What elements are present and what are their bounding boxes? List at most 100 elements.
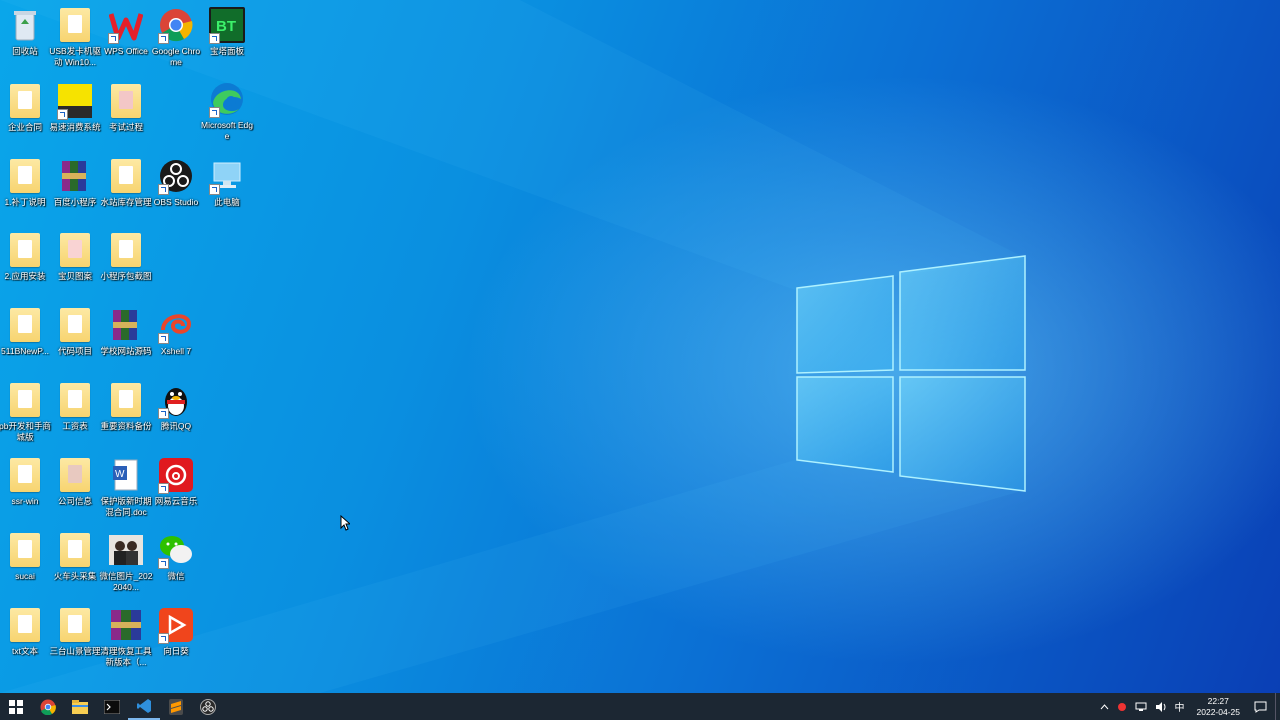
wps-icon [108, 6, 144, 44]
icon-label: Microsoft Edge [201, 120, 253, 141]
tray-app-icon [1117, 702, 1126, 711]
desktop-icon-winrar[interactable]: 清理恢复工具新版本（... [100, 606, 152, 668]
folder-icon [7, 531, 43, 569]
taskbar-sublime-button[interactable] [160, 693, 192, 720]
desktop-icon-bt-panel[interactable]: BT 宝塔面板 [202, 6, 252, 57]
icon-label: txt文本 [12, 646, 38, 656]
desktop-icon-folder[interactable]: 511BNewP... [0, 306, 50, 357]
desktop-icon-winrar[interactable]: 学校网站源码 [100, 306, 152, 357]
icon-label: 火车头采集 [53, 571, 97, 581]
taskbar-vscode-button[interactable] [128, 693, 160, 720]
notification-icon [1254, 701, 1267, 713]
desktop-icon-sunlogin[interactable]: 向日葵 [151, 606, 201, 657]
volume-button[interactable] [1155, 701, 1167, 712]
chevron-up-icon [1100, 703, 1108, 709]
desktop: 回收站 企业合同 1.补丁说明 2.应用安装 511BNewP... pb开发和… [0, 0, 1280, 693]
icon-label: 公司信息 [57, 496, 92, 506]
desktop-icon-witeasy[interactable]: 易速消费系统 [49, 82, 101, 133]
desktop-icon-folder[interactable]: 2.应用安装 [0, 231, 50, 282]
desktop-icon-folder[interactable]: USB发卡机驱动 Win10... [49, 6, 101, 68]
folder-icon [57, 606, 93, 644]
qq-icon [158, 381, 194, 419]
ime-indicator[interactable]: 中 [1175, 699, 1185, 714]
desktop-icon-winrar[interactable]: 百度小程序 [50, 157, 100, 208]
desktop-icon-folder[interactable]: 重要资料备份 [100, 381, 152, 432]
edge-icon [209, 80, 245, 118]
desktop-icon-folder[interactable]: pb开发和手商城版 [0, 381, 51, 443]
desktop-icon-folder[interactable]: 公司信息 [50, 456, 100, 507]
icon-label: 向日葵 [163, 646, 189, 656]
winrar-icon [57, 157, 93, 195]
start-icon [9, 699, 23, 714]
desktop-icon-folder[interactable]: 代码项目 [50, 306, 100, 357]
desktop-icon-xshell[interactable]: Xshell 7 [151, 306, 201, 357]
desktop-icon-wps-office[interactable]: WPS Office [101, 6, 151, 57]
folder-icon [108, 157, 144, 195]
folder-icon [57, 6, 93, 44]
tray-app-button[interactable] [1117, 702, 1127, 712]
taskbar-chrome-button[interactable] [32, 693, 64, 720]
folder-icon [7, 456, 43, 494]
icon-label: 考试过程 [108, 122, 143, 132]
bt-panel-icon: BT [209, 6, 245, 44]
desktop-icon-folder[interactable]: txt文本 [0, 606, 50, 657]
icon-label: pb开发和手商城版 [0, 421, 51, 442]
desktop-icon-qq[interactable]: 腾讯QQ [151, 381, 201, 432]
show-desktop-button[interactable] [1275, 693, 1280, 720]
action-center-button[interactable] [1254, 701, 1267, 713]
folder-icon [57, 306, 93, 344]
icon-label: 1.补丁说明 [4, 197, 46, 207]
volume-icon [1155, 701, 1166, 712]
desktop-icon-folder[interactable]: 1.补丁说明 [0, 157, 50, 208]
taskbar-terminal-button[interactable] [96, 693, 128, 720]
desktop-icon-obs-studio[interactable]: OBS Studio [151, 157, 201, 208]
icon-label: 宝贝图案 [57, 271, 92, 281]
sunlogin-icon [158, 606, 194, 644]
desktop-icon-word-doc[interactable]: W 保护版新时期混合同.doc [100, 456, 152, 518]
desktop-icon-folder[interactable]: 企业合同 [0, 82, 50, 133]
shortcut-arrow-icon [158, 633, 169, 644]
desktop-icon-folder[interactable]: 水站库存管理 [100, 157, 152, 208]
chrome-icon [40, 699, 56, 715]
desktop-icon-folder[interactable]: 火车头采集 [50, 531, 100, 582]
taskbar-obs-button[interactable] [192, 693, 224, 720]
icon-label: 学校网站源码 [100, 346, 152, 356]
icon-label: ssr-win [11, 496, 39, 506]
start-button[interactable] [0, 693, 32, 720]
shortcut-arrow-icon [57, 109, 68, 120]
icon-label: 此电脑 [214, 197, 240, 207]
desktop-icon-photo[interactable]: 微信图片_2022040... [99, 531, 153, 593]
desktop-icon-this-pc[interactable]: 此电脑 [202, 157, 252, 208]
icon-label: 微信图片_2022040... [99, 571, 153, 592]
shortcut-arrow-icon [158, 184, 169, 195]
folder-icon [57, 381, 93, 419]
desktop-icon-recycle-bin[interactable]: 回收站 [0, 6, 50, 57]
icon-label: 三台山景管理 [49, 646, 101, 656]
desktop-icon-google-chrome[interactable]: Google Chrome [151, 6, 201, 68]
icon-label: OBS Studio [153, 197, 199, 207]
chrome-icon [158, 6, 194, 44]
shortcut-arrow-icon [209, 184, 220, 195]
desktop-icon-folder[interactable]: 小程序包截图 [100, 231, 152, 282]
icon-label: Xshell 7 [160, 346, 192, 356]
desktop-icon-netease-music[interactable]: 网易云音乐 [151, 456, 201, 507]
desktop-icon-folder[interactable]: sucai [0, 531, 50, 582]
sublime-icon [169, 698, 183, 715]
desktop-icon-folder[interactable]: 工资表 [50, 381, 100, 432]
taskbar-file-explorer-button[interactable] [64, 693, 96, 720]
folder-icon [57, 231, 93, 269]
clock[interactable]: 22:27 2022-04-25 [1197, 696, 1240, 718]
icon-label: Google Chrome [151, 46, 201, 67]
clock-date: 2022-04-25 [1196, 706, 1240, 717]
desktop-icon-folder[interactable]: 三台山景管理 [49, 606, 101, 657]
obs-icon [158, 157, 194, 195]
icon-label: 保护版新时期混合同.doc [100, 496, 152, 517]
desktop-icon-folder[interactable]: 考试过程 [101, 82, 151, 133]
desktop-icon-wechat[interactable]: 微信 [151, 531, 201, 582]
desktop-icon-microsoft-edge[interactable]: Microsoft Edge [201, 80, 253, 142]
network-button[interactable] [1135, 702, 1147, 712]
network-icon [1135, 702, 1147, 711]
show-hidden-icons-button[interactable] [1100, 703, 1109, 710]
desktop-icon-folder[interactable]: 宝贝图案 [50, 231, 100, 282]
desktop-icon-folder[interactable]: ssr-win [0, 456, 50, 507]
